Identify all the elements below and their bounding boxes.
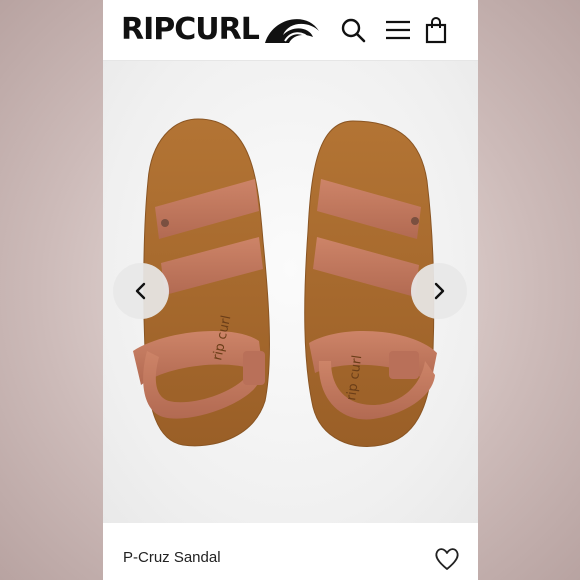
site-header: RIPCURL [103, 0, 478, 61]
product-title[interactable]: P-Cruz Sandal [123, 549, 221, 566]
brand-name: RIPCURL [121, 12, 260, 47]
app-frame: RIPCURL rip curl rip curl P-Cruz Sandal [103, 0, 478, 580]
hamburger-menu-icon[interactable] [384, 16, 412, 44]
chevron-right-icon [434, 282, 445, 300]
search-icon[interactable] [339, 16, 367, 44]
wave-logo-icon [264, 19, 319, 43]
chevron-left-icon [135, 282, 146, 300]
shopping-bag-icon[interactable] [422, 16, 450, 44]
product-info: P-Cruz Sandal [103, 523, 478, 580]
product-image: rip curl rip curl [103, 61, 478, 523]
brand-logo[interactable]: RIPCURL [121, 12, 321, 48]
gallery-next-button[interactable] [411, 263, 467, 319]
heart-icon[interactable] [433, 545, 461, 573]
gallery-prev-button[interactable] [113, 263, 169, 319]
